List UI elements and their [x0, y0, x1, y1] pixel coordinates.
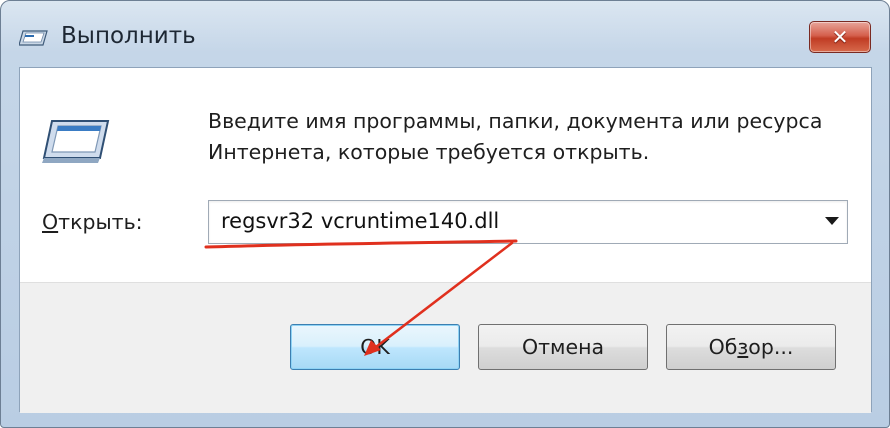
title-bar[interactable]: Выполнить ✕	[1, 1, 889, 67]
browse-button-label: Обзор...	[709, 335, 794, 359]
browse-button[interactable]: Обзор...	[666, 324, 836, 370]
close-button[interactable]: ✕	[809, 21, 871, 53]
prompt-text: Введите имя программы, папки, документа …	[208, 106, 848, 168]
dialog-client-area: Введите имя программы, папки, документа …	[19, 67, 872, 413]
browse-label-post: ор...	[748, 335, 794, 359]
run-title-icon	[19, 30, 48, 46]
cancel-button[interactable]: Отмена	[478, 324, 648, 370]
ok-button[interactable]: OK	[290, 324, 460, 370]
chevron-down-icon[interactable]	[825, 217, 839, 225]
prompt-line-1: Введите имя программы, папки, документа …	[208, 109, 823, 133]
prompt-line-2: Интернета, которые требуется открыть.	[208, 140, 650, 164]
open-label: Открыть:	[42, 210, 143, 234]
run-dialog-window: Выполнить ✕ Введите имя программы, папки…	[0, 0, 890, 428]
cancel-button-label: Отмена	[521, 335, 605, 359]
run-icon	[42, 120, 110, 163]
open-label-mnemonic: О	[42, 210, 59, 234]
window-title: Выполнить	[61, 23, 196, 49]
ok-button-label: OK	[360, 335, 390, 359]
browse-label-mnemonic: з	[737, 335, 749, 359]
command-input[interactable]: regsvr32 vcruntime140.dll	[221, 209, 499, 233]
open-label-text: ткрыть:	[58, 210, 143, 234]
command-combobox[interactable]: regsvr32 vcruntime140.dll	[208, 200, 848, 244]
browse-label-pre: Об	[708, 335, 738, 359]
close-icon: ✕	[831, 25, 849, 49]
